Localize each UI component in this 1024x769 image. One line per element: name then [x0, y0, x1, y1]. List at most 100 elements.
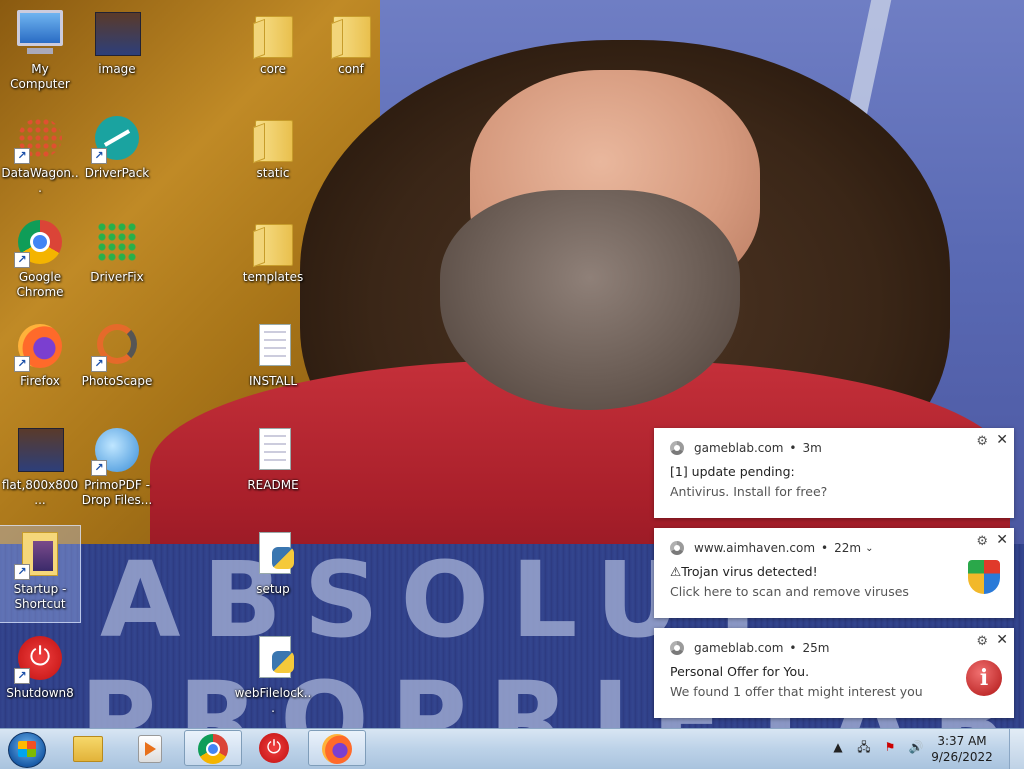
firefox-icon	[322, 734, 352, 764]
chrome-icon: ↗	[14, 218, 64, 268]
icon-label: DriverPack	[84, 166, 150, 180]
desktop-icon-static[interactable]: static	[233, 110, 313, 206]
notification-header: gameblab.com • 25m	[670, 639, 829, 657]
notification-source: gameblab.com	[694, 441, 784, 455]
icon-label: README	[247, 478, 299, 492]
shortcut-arrow-icon: ↗	[91, 356, 107, 372]
desktop-icon-startup-shortcut[interactable]: ↗ Startup - Shortcut	[0, 525, 81, 623]
gear-icon[interactable]: ⚙	[976, 634, 988, 649]
icon-label: DriverFix	[90, 270, 144, 284]
taskbar-windows-explorer[interactable]	[60, 730, 118, 766]
desktop-icon-install[interactable]: INSTALL	[233, 318, 313, 414]
desktop-icon-core[interactable]: core	[233, 6, 313, 102]
icon-label: INSTALL	[248, 374, 298, 388]
notification-title: [1] update pending:	[670, 464, 795, 479]
firefox-icon: ↗	[14, 322, 64, 372]
icon-label: templates	[242, 270, 304, 284]
icon-label: Google Chrome	[16, 270, 64, 299]
notification-personal-offer[interactable]: gameblab.com • 25m Personal Offer for Yo…	[654, 628, 1014, 718]
desktop-icon-image[interactable]: image	[77, 6, 157, 102]
desktop-icon-setup[interactable]: setup	[233, 526, 313, 622]
desktop-icon-driverpack[interactable]: ↗ DriverPack	[77, 110, 157, 206]
icon-label: PhotoScape	[81, 374, 153, 388]
close-icon[interactable]: ✕	[996, 532, 1008, 548]
folder-icon	[249, 218, 297, 266]
desktop-icon-datawagon[interactable]: ↗ DataWagon...	[0, 110, 80, 206]
network-icon[interactable]: 🖧	[856, 739, 872, 755]
media-player-icon	[138, 735, 162, 763]
notification-update-pending[interactable]: gameblab.com • 3m [1] update pending: An…	[654, 428, 1014, 518]
desktop-icon-flat-800x800[interactable]: flat,800x800...	[0, 422, 80, 518]
chrome-icon	[670, 641, 684, 655]
shortcut-arrow-icon: ↗	[91, 148, 107, 164]
notification-header: www.aimhaven.com • 22m ⌄	[670, 539, 873, 557]
notification-body: We found 1 offer that might interest you	[670, 684, 923, 699]
desktop-icon-driverfix[interactable]: DriverFix	[77, 214, 157, 310]
desktop-icon-conf[interactable]: conf	[311, 6, 391, 102]
photoscape-icon: ↗	[91, 322, 141, 372]
notification-trojan-detected[interactable]: www.aimhaven.com • 22m ⌄ ⚠Trojan virus d…	[654, 528, 1014, 618]
desktop-icon-photoscape[interactable]: ↗ PhotoScape	[77, 318, 157, 414]
power-icon: ⏻	[259, 733, 289, 763]
python-file-icon	[249, 530, 297, 578]
taskbar: ⏻ ▲ 🖧 ⚑ 🔊 3:37 AM 9/26/2022	[0, 728, 1024, 769]
shortcut-arrow-icon: ↗	[91, 460, 107, 476]
desktop-icon-webfilelock[interactable]: webFilelock...	[233, 630, 313, 726]
icon-label: flat,800x800...	[1, 478, 79, 507]
clock[interactable]: 3:37 AM 9/26/2022	[926, 733, 998, 765]
notification-title: Personal Offer for You.	[670, 664, 810, 679]
desktop-icon-primopdf[interactable]: ↗ PrimoPDF - Drop Files...	[77, 422, 157, 518]
chevron-down-icon[interactable]: ⌄	[865, 543, 873, 554]
taskbar-media-player[interactable]	[120, 730, 178, 766]
icon-label: PrimoPDF - Drop Files...	[81, 478, 153, 507]
show-desktop-button[interactable]	[1009, 729, 1024, 769]
desktop-icon-firefox[interactable]: ↗ Firefox	[0, 318, 80, 414]
taskbar-firefox[interactable]	[308, 730, 366, 766]
notification-title: ⚠Trojan virus detected!	[670, 564, 818, 579]
info-icon: i	[966, 660, 1002, 696]
desktop-icon-google-chrome[interactable]: ↗ Google Chrome	[0, 214, 80, 310]
taskbar-shutdown[interactable]: ⏻	[246, 730, 304, 766]
desktop-icon-templates[interactable]: templates	[233, 214, 313, 310]
close-icon[interactable]: ✕	[996, 432, 1008, 448]
notification-body: Antivirus. Install for free?	[670, 484, 828, 499]
gear-icon[interactable]: ⚙	[976, 534, 988, 549]
icon-label: webFilelock...	[234, 686, 312, 715]
notification-body: Click here to scan and remove viruses	[670, 584, 909, 599]
show-hidden-icons-icon[interactable]: ▲	[830, 739, 846, 755]
power-icon: ↗	[14, 634, 64, 684]
separator-dot: •	[789, 441, 797, 455]
shortcut-arrow-icon: ↗	[14, 564, 30, 580]
icon-label: DataWagon...	[1, 166, 79, 195]
desktop-icon-shutdown8[interactable]: ↗ Shutdown8	[0, 630, 80, 726]
chrome-icon	[670, 441, 684, 455]
start-button[interactable]	[8, 732, 46, 768]
datawagon-icon: ↗	[14, 114, 64, 164]
volume-icon[interactable]: 🔊	[908, 739, 924, 755]
driverpack-icon: ↗	[91, 114, 141, 164]
icon-label: core	[260, 62, 286, 76]
startup-folder-icon: ↗	[14, 530, 64, 580]
taskbar-google-chrome[interactable]	[184, 730, 242, 766]
chrome-icon	[670, 541, 684, 555]
folder-icon	[249, 10, 297, 58]
icon-label: My Computer	[10, 62, 70, 91]
clock-date: 9/26/2022	[931, 750, 993, 764]
shortcut-arrow-icon: ↗	[14, 668, 30, 684]
desktop-icon-readme[interactable]: README	[233, 422, 313, 518]
icon-label: image	[98, 62, 136, 76]
folder-icon	[249, 114, 297, 162]
notification-age: 22m	[834, 541, 862, 555]
icon-label: conf	[338, 62, 364, 76]
computer-icon	[16, 10, 64, 58]
desktop-icon-my-computer[interactable]: My Computer	[0, 6, 80, 102]
shortcut-arrow-icon: ↗	[14, 148, 30, 164]
icon-label: Shutdown8	[6, 686, 74, 700]
action-center-flag-icon[interactable]: ⚑	[882, 739, 898, 755]
gear-icon[interactable]: ⚙	[976, 434, 988, 449]
text-file-icon	[249, 322, 297, 370]
icon-label: static	[256, 166, 290, 180]
close-icon[interactable]: ✕	[996, 632, 1008, 648]
shortcut-arrow-icon: ↗	[14, 252, 30, 268]
image-file-icon	[93, 10, 141, 58]
